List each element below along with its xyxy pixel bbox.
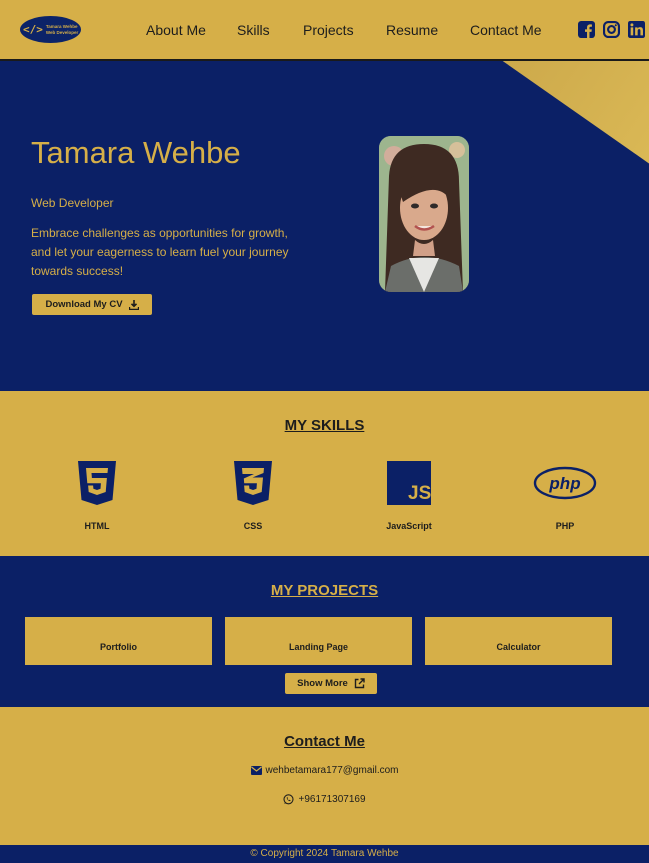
show-more-label: Show More — [297, 678, 348, 689]
profile-photo — [379, 136, 469, 292]
svg-text:JS: JS — [408, 483, 431, 504]
external-link-icon — [354, 678, 365, 689]
hero-name: Tamara Wehbe — [31, 135, 241, 170]
whatsapp-icon — [283, 794, 295, 805]
skills-section: MY SKILLS HTML CSS JS JavaScript php PHP — [0, 391, 649, 556]
skill-css: CSS — [213, 461, 293, 531]
skills-title: MY SKILLS — [284, 417, 365, 434]
download-cv-label: Download My CV — [45, 299, 123, 310]
nav-link-about[interactable]: About Me — [146, 22, 206, 38]
contact-phone-text: +96171307169 — [298, 794, 366, 805]
instagram-icon[interactable] — [603, 21, 620, 38]
envelope-icon — [250, 766, 262, 775]
project-card-calculator[interactable]: Calculator — [425, 617, 612, 665]
project-card-landing-page[interactable]: Landing Page — [225, 617, 412, 665]
nav-link-projects[interactable]: Projects — [303, 22, 354, 38]
skill-label-php: PHP — [555, 521, 575, 531]
linkedin-icon[interactable] — [628, 21, 645, 38]
hero-quote: Embrace challenges as opportunities for … — [31, 226, 289, 278]
navbar: </> Tamara Wehbe Web Developer About Me … — [0, 0, 649, 61]
nav-link-contact[interactable]: Contact Me — [470, 22, 542, 38]
javascript-icon: JS — [387, 461, 431, 505]
logo-line2: Web Developer — [45, 29, 79, 35]
show-more-button[interactable]: Show More — [285, 673, 377, 694]
skill-html: HTML — [57, 461, 137, 531]
skill-php: php PHP — [525, 461, 605, 531]
css3-icon — [234, 461, 272, 505]
projects-title: MY PROJECTS — [270, 582, 379, 599]
projects-section: MY PROJECTS Portfolio Landing Page Calcu… — [0, 556, 649, 707]
php-icon: php — [533, 466, 597, 500]
project-title: Calculator — [496, 642, 541, 652]
hero-section: Tamara Wehbe Web Developer Embrace chall… — [0, 61, 649, 391]
project-card-portfolio[interactable]: Portfolio — [25, 617, 212, 665]
html5-icon — [78, 461, 116, 505]
contact-email-text: wehbetamara177@gmail.com — [265, 765, 399, 776]
contact-section: Contact Me wehbetamara177@gmail.com +961… — [0, 707, 649, 845]
download-icon — [128, 299, 139, 310]
contact-phone[interactable]: +96171307169 — [0, 794, 649, 805]
project-title: Landing Page — [288, 642, 348, 652]
skill-label-css: CSS — [243, 521, 263, 531]
logo-symbol: </> — [23, 23, 43, 36]
footer: © Copyright 2024 Tamara Wehbe — [0, 845, 649, 863]
nav-link-skills[interactable]: Skills — [237, 22, 270, 38]
download-cv-button[interactable]: Download My CV — [32, 294, 152, 315]
contact-title: Contact Me — [284, 733, 365, 750]
nav-link-resume[interactable]: Resume — [386, 22, 438, 38]
facebook-icon[interactable] — [578, 21, 595, 38]
copyright-text: © Copyright 2024 Tamara Wehbe — [250, 848, 399, 859]
svg-text:php: php — [548, 474, 580, 493]
hero-role: Web Developer — [31, 196, 114, 210]
skill-label-html: HTML — [84, 521, 110, 531]
skill-javascript: JS JavaScript — [369, 461, 449, 531]
logo[interactable]: </> Tamara Wehbe Web Developer — [20, 16, 81, 43]
contact-email[interactable]: wehbetamara177@gmail.com — [0, 765, 649, 776]
skill-label-javascript: JavaScript — [386, 521, 432, 531]
project-title: Portfolio — [100, 642, 137, 652]
